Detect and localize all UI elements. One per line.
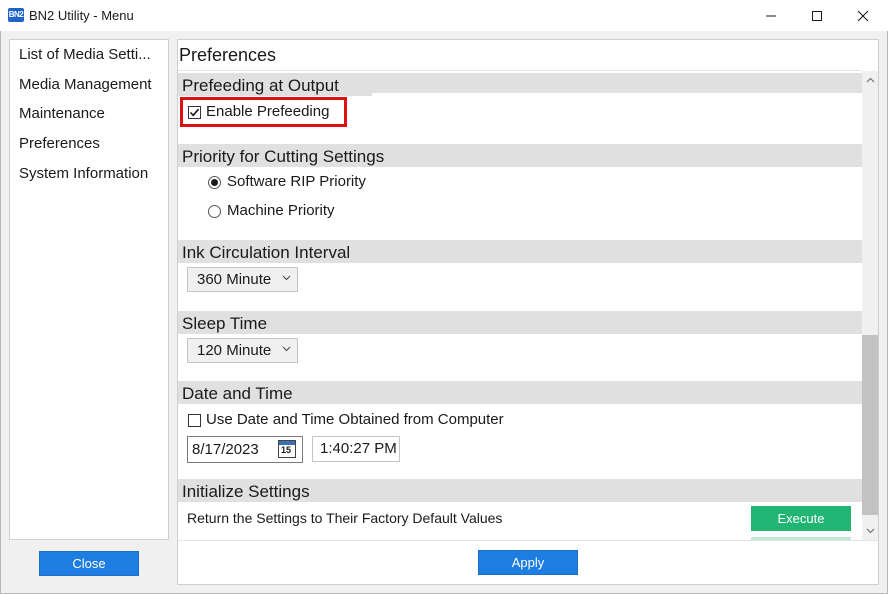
minimize-icon [766,15,776,16]
sidebar-item-media-settings[interactable]: List of Media Setti... [19,46,151,63]
close-icon [857,10,869,21]
sidebar-item-preferences[interactable]: Preferences [19,135,100,152]
section-band-notch [372,93,862,96]
time-value: 1:40:27 PM [320,440,397,457]
sleep-time-value: 120 Minute [197,342,272,359]
section-title-datetime: Date and Time [182,384,293,403]
title-bar: BN2 BN2 Utility - Menu [0,0,888,31]
use-computer-time-label[interactable]: Use Date and Time Obtained from Computer [206,411,504,428]
use-computer-time-checkbox[interactable] [188,414,201,427]
section-title-sleep: Sleep Time [182,314,268,333]
date-value: 8/17/2023 [192,441,259,458]
close-window-button[interactable] [840,0,886,31]
ink-interval-value: 360 Minute [197,271,272,288]
chevron-down-icon [282,275,291,281]
maximize-button[interactable] [794,0,840,31]
machine-priority-radio[interactable] [208,205,221,218]
section-header-sleep [178,311,862,334]
page-title: Preferences [179,45,277,65]
minimize-button[interactable] [748,0,794,31]
calendar-icon[interactable]: 15 [278,440,296,458]
software-rip-priority-radio[interactable] [208,176,221,189]
software-rip-priority-label[interactable]: Software RIP Priority [227,173,366,190]
section-title-priority: Priority for Cutting Settings [182,147,385,166]
time-field[interactable]: 1:40:27 PM [312,436,400,462]
section-title-prefeeding: Prefeeding at Output [182,76,339,95]
section-title-ink: Ink Circulation Interval [182,243,351,262]
scroll-down-button[interactable] [862,523,878,539]
window-title: BN2 Utility - Menu [29,8,134,23]
app-logo-icon: BN2 [8,8,24,22]
sleep-time-dropdown[interactable]: 120 Minute [187,338,298,363]
ink-interval-dropdown[interactable]: 360 Minute [187,267,298,292]
chevron-down-icon [282,346,291,352]
scroll-up-button[interactable] [862,72,878,88]
machine-priority-label[interactable]: Machine Priority [227,202,335,219]
close-button[interactable]: Close [39,551,139,576]
radio-selected-dot [211,179,218,186]
date-picker[interactable]: 8/17/2023 15 [187,436,303,463]
chevron-down-icon [866,528,874,534]
sidebar-item-media-management[interactable]: Media Management [19,76,152,93]
scrollbar-thumb[interactable] [862,335,878,515]
chevron-up-icon [866,77,874,83]
highlight-annotation-box [180,97,347,127]
execute-button[interactable]: Execute [751,506,851,531]
title-divider [178,70,862,71]
factory-reset-description: Return the Settings to Their Factory Def… [187,510,503,526]
apply-button[interactable]: Apply [478,550,578,575]
section-title-initialize: Initialize Settings [182,482,310,501]
sidebar-item-maintenance[interactable]: Maintenance [19,105,105,122]
calendar-day: 15 [281,445,292,455]
sidebar-item-system-information[interactable]: System Information [19,165,148,182]
maximize-icon [812,10,822,21]
